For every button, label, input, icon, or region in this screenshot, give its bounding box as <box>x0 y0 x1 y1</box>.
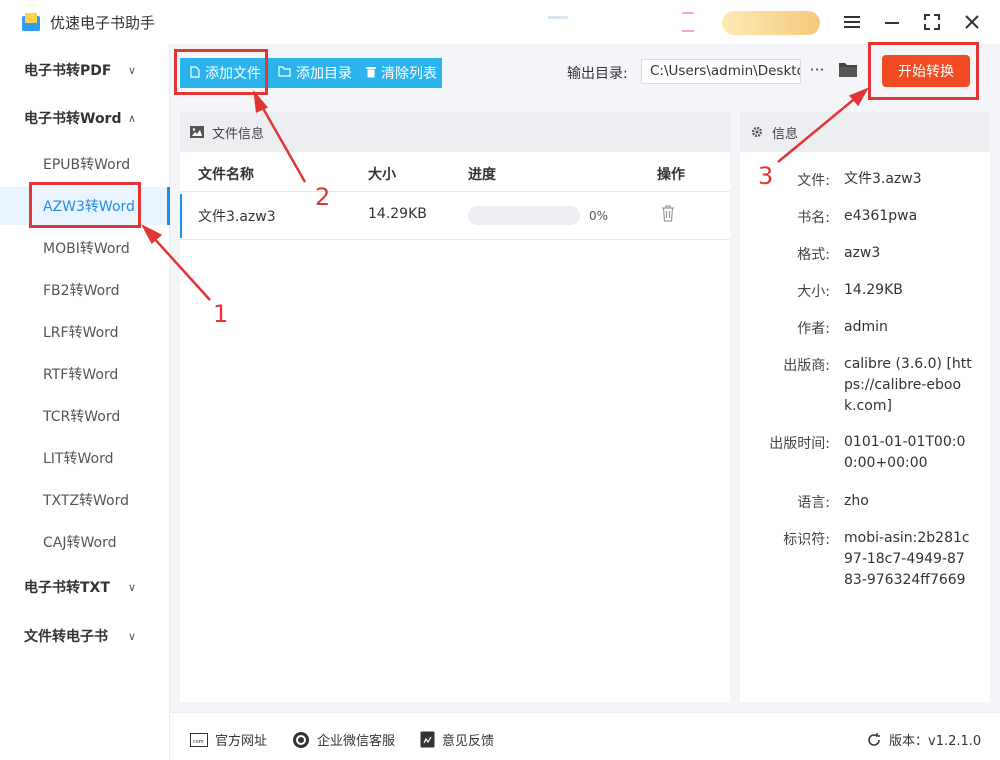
app-title: 优速电子书助手 <box>50 13 156 32</box>
info-value: azw3 <box>844 245 881 261</box>
chevron-down-icon: ∨ <box>128 629 137 643</box>
sidebar-group-label: 文件转电子书 <box>24 629 108 645</box>
info-key: 文件: <box>797 173 830 189</box>
divider <box>180 239 730 240</box>
info-key: 格式: <box>797 247 830 263</box>
clear-list-button[interactable]: 清除列表 <box>356 58 442 88</box>
info-panel-header: 信息 <box>740 112 990 152</box>
titlebar-decoration <box>548 16 568 19</box>
info-key: 出版商: <box>783 358 830 374</box>
folder-outline-icon <box>278 66 291 80</box>
sidebar-group-label: 电子书转PDF <box>24 63 112 79</box>
output-dir-label: 输出目录: <box>567 66 628 82</box>
info-value: 0101-01-01T00:00:00+00:00 <box>844 434 966 471</box>
website-icon: com <box>190 732 208 747</box>
progress-bar <box>468 206 580 225</box>
feedback-icon <box>420 731 435 748</box>
sidebar-group-word[interactable]: 电子书转Word ∧ <box>0 98 168 138</box>
info-panel: 信息 文件: 文件3.azw3 书名: e4361pwa 格式: azw3 大小… <box>740 112 990 702</box>
add-folder-label: 添加目录 <box>296 66 352 82</box>
promo-banner[interactable] <box>722 11 820 35</box>
close-icon[interactable] <box>958 8 986 36</box>
info-panel-title: 信息 <box>772 126 799 142</box>
sidebar-item-tcr[interactable]: TCR转Word <box>0 397 168 435</box>
sidebar-item-caj[interactable]: CAJ转Word <box>0 523 168 561</box>
footer: com 官方网址 企业微信客服 意见反馈 版本：v1.2.1.0 <box>170 712 1000 760</box>
file-name-cell[interactable]: 文件3.azw3 <box>198 206 276 226</box>
titlebar-decoration <box>682 12 694 32</box>
annotation-number-1: 1 <box>213 300 229 328</box>
annotation-number-2: 2 <box>315 183 331 211</box>
more-icon[interactable]: ··· <box>807 59 827 84</box>
feedback-label: 意见反馈 <box>442 734 495 749</box>
file-size-cell: 14.29KB <box>368 206 427 222</box>
info-key: 书名: <box>797 210 830 226</box>
progress-percent: 0% <box>589 209 609 223</box>
website-label: 官方网址 <box>215 734 268 749</box>
folder-icon[interactable] <box>838 61 858 79</box>
sidebar-group-pdf[interactable]: 电子书转PDF ∨ <box>0 50 168 90</box>
chat-icon <box>293 731 309 748</box>
annotation-number-3: 3 <box>758 162 774 190</box>
feedback-link[interactable]: 意见反馈 <box>420 730 494 749</box>
output-dir-field[interactable]: C:\Users\admin\Desktop <box>641 59 801 84</box>
info-value: e4361pwa <box>844 208 918 224</box>
delete-icon[interactable] <box>661 205 675 226</box>
sidebar-item-lit[interactable]: LIT转Word <box>0 439 168 477</box>
chevron-down-icon: ∨ <box>128 63 137 77</box>
gear-icon <box>751 126 763 138</box>
sidebar-item-rtf[interactable]: RTF转Word <box>0 355 168 393</box>
sidebar-group-label: 电子书转TXT <box>24 580 110 596</box>
column-header-size: 大小 <box>368 167 396 183</box>
sidebar: 电子书转PDF ∨ 电子书转Word ∧ EPUB转Word AZW3转Word M… <box>0 44 170 760</box>
info-value: admin <box>844 319 888 335</box>
annotation-box-1 <box>29 182 141 228</box>
maximize-icon[interactable] <box>918 8 946 36</box>
sidebar-group-txt[interactable]: 电子书转TXT ∨ <box>0 567 168 607</box>
sidebar-group-ebook[interactable]: 文件转电子书 ∨ <box>0 616 168 656</box>
trash-icon <box>366 66 376 81</box>
version-label: 版本：v1.2.1.0 <box>889 734 982 749</box>
info-value: zho <box>844 493 869 509</box>
sidebar-item-fb2[interactable]: FB2转Word <box>0 271 168 309</box>
menu-icon[interactable] <box>838 8 866 36</box>
file-list-panel: 文件信息 文件名称 大小 进度 操作 文件3.azw3 14.29KB 0% <box>180 112 730 702</box>
annotation-box-2 <box>174 49 268 95</box>
clear-list-label: 清除列表 <box>381 66 437 82</box>
file-panel-title: 文件信息 <box>212 126 265 142</box>
info-key: 出版时间: <box>769 436 830 452</box>
info-value: calibre (3.6.0) [https://calibre-ebook.c… <box>844 356 972 414</box>
chevron-up-icon: ∧ <box>128 111 137 125</box>
add-folder-button[interactable]: 添加目录 <box>268 58 356 88</box>
info-key: 语言: <box>797 495 830 511</box>
info-value: mobi-asin:2b281c97-18c7-4949-8783-976324… <box>844 530 970 588</box>
sidebar-item-txtz[interactable]: TXTZ转Word <box>0 481 168 519</box>
sidebar-item-mobi[interactable]: MOBI转Word <box>0 229 168 267</box>
file-panel-header: 文件信息 <box>180 112 730 152</box>
row-selection-indicator <box>180 194 182 238</box>
annotation-box-3 <box>868 42 979 100</box>
sidebar-group-label: 电子书转Word <box>24 111 122 127</box>
info-key: 标识符: <box>783 532 830 548</box>
column-header-action: 操作 <box>657 167 685 183</box>
info-value: 14.29KB <box>844 282 903 298</box>
sidebar-item-epub[interactable]: EPUB转Word <box>0 145 168 183</box>
website-link[interactable]: com 官方网址 <box>190 730 267 749</box>
column-header-name: 文件名称 <box>198 167 254 183</box>
app-logo-icon <box>20 11 42 33</box>
wechat-service-label: 企业微信客服 <box>317 734 396 749</box>
svg-text:com: com <box>193 739 204 745</box>
info-key: 作者: <box>797 321 830 337</box>
info-value: 文件3.azw3 <box>844 171 922 187</box>
wechat-service-link[interactable]: 企业微信客服 <box>292 730 395 749</box>
image-icon <box>190 126 204 138</box>
chevron-down-icon: ∨ <box>128 580 137 594</box>
divider <box>180 191 730 192</box>
column-header-progress: 进度 <box>468 167 496 183</box>
version-info[interactable]: 版本：v1.2.1.0 <box>866 730 981 749</box>
refresh-icon <box>868 732 880 746</box>
minimize-icon[interactable] <box>878 8 906 36</box>
sidebar-item-lrf[interactable]: LRF转Word <box>0 313 168 351</box>
info-key: 大小: <box>797 284 830 300</box>
